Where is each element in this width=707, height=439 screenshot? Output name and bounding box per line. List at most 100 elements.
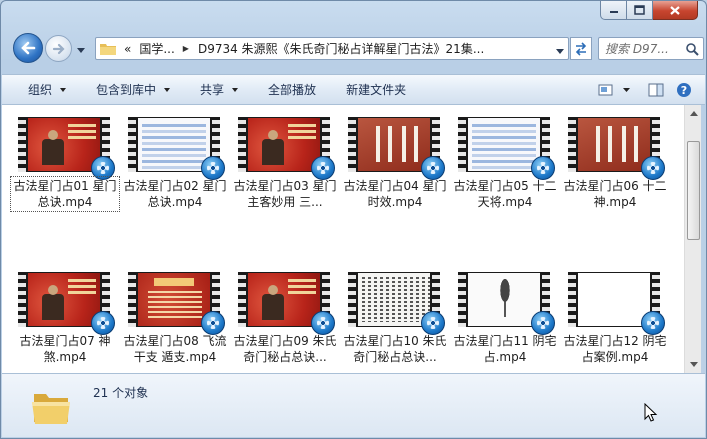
media-player-icon — [91, 311, 115, 335]
thumbnail-image — [248, 118, 320, 171]
help-button[interactable]: ? — [675, 81, 693, 99]
thumbnail-image — [138, 118, 210, 171]
scroll-down-button[interactable] — [685, 356, 702, 373]
view-icon — [598, 84, 613, 96]
media-player-icon — [421, 156, 445, 180]
thumbnail-image — [578, 118, 650, 171]
chevron-up-icon — [689, 111, 698, 116]
address-bar[interactable]: « 国学... ▶ D9734 朱源熙《朱氏奇门秘占详解星门古法》21集... — [95, 37, 569, 60]
view-options-dropdown[interactable] — [617, 81, 635, 99]
video-thumbnail — [18, 272, 115, 335]
address-history-dropdown[interactable] — [556, 44, 564, 58]
thumbnail-image — [28, 118, 100, 171]
video-thumbnail — [238, 272, 335, 335]
include-in-library-button[interactable]: 包含到库中 — [87, 75, 179, 104]
video-thumbnail — [128, 272, 225, 335]
new-folder-label: 新建文件夹 — [346, 83, 407, 97]
media-player-icon — [91, 156, 115, 180]
chevron-down-icon — [622, 87, 630, 92]
search-input[interactable] — [605, 41, 685, 56]
media-player-icon — [201, 156, 225, 180]
breadcrumb-item-current[interactable]: D9734 朱源熙《朱氏奇门秘占详解星门古法》21集... — [198, 40, 484, 57]
details-pane: 21 个对象 — [2, 373, 705, 437]
scroll-up-button[interactable] — [685, 105, 702, 122]
file-name: 古法星门占01 星门总诀.mp4 — [10, 176, 120, 212]
play-all-button[interactable]: 全部播放 — [259, 75, 325, 104]
media-player-icon — [421, 311, 445, 335]
file-name: 古法星门占08 飞流干支 遁支.mp4 — [123, 334, 227, 364]
file-item[interactable]: 古法星门占04 星门时效.mp4 — [342, 105, 448, 213]
item-count: 21 个对象 — [93, 386, 149, 400]
file-item[interactable]: 古法星门占06 十二神.mp4 — [562, 105, 668, 213]
share-button[interactable]: 共享 — [191, 75, 247, 104]
media-player-icon — [641, 156, 665, 180]
file-name: 古法星门占12 阴宅占案例.mp4 — [563, 334, 667, 364]
file-name: 古法星门占11 阴宅占.mp4 — [453, 334, 557, 364]
file-name: 古法星门占06 十二神.mp4 — [563, 179, 667, 209]
thumbnail-image — [468, 273, 540, 326]
file-name: 古法星门占04 星门时效.mp4 — [343, 179, 447, 209]
file-item[interactable]: 古法星门占11 阴宅占.mp4 — [452, 260, 558, 368]
new-folder-button[interactable]: 新建文件夹 — [337, 75, 415, 104]
organize-button[interactable]: 组织 — [2, 75, 75, 104]
file-name: 古法星门占07 神煞.mp4 — [19, 334, 111, 364]
refresh-button[interactable] — [570, 37, 592, 60]
chevron-down-icon — [77, 48, 85, 53]
folder-icon — [32, 394, 70, 424]
search-box[interactable] — [598, 37, 704, 60]
search-icon[interactable] — [685, 42, 699, 56]
media-player-icon — [641, 311, 665, 335]
video-thumbnail — [458, 117, 555, 180]
file-item[interactable]: 古法星门占10 朱氏奇门秘占总诀... — [342, 260, 448, 368]
breadcrumb-item-guoxue[interactable]: 国学... — [139, 40, 174, 57]
media-player-icon — [201, 311, 225, 335]
toolbar-right-icons: ? — [587, 81, 693, 99]
minimize-button[interactable] — [600, 1, 627, 20]
view-options-button[interactable] — [597, 81, 615, 99]
chevron-down-icon — [689, 362, 698, 367]
navigation-row: « 国学... ▶ D9734 朱源熙《朱氏奇门秘占详解星门古法》21集... — [7, 31, 704, 65]
file-item[interactable]: 古法星门占09 朱氏奇门秘占总诀... — [232, 260, 338, 368]
file-item[interactable]: 古法星门占08 飞流干支 遁支.mp4 — [122, 260, 228, 368]
svg-text:?: ? — [681, 84, 687, 97]
preview-pane-button[interactable] — [647, 81, 665, 99]
video-thumbnail — [348, 272, 445, 335]
file-item[interactable]: 古法星门占12 阴宅占案例.mp4 — [562, 260, 668, 368]
video-thumbnail — [568, 272, 665, 335]
file-item[interactable]: 古法星门占01 星门总诀.mp4 — [10, 105, 120, 213]
file-grid: 古法星门占01 星门总诀.mp4 古法星门占02 星门总诀.mp4 古法星门占03 … — [2, 105, 684, 373]
file-name: 古法星门占05 十二天将.mp4 — [453, 179, 557, 209]
organize-label: 组织 — [28, 83, 53, 97]
mouse-cursor-icon — [644, 403, 658, 422]
back-button[interactable] — [13, 33, 43, 63]
thumbnail-image — [358, 273, 430, 326]
file-item[interactable]: 古法星门占03 星门主客妙用 三... — [232, 105, 338, 213]
video-thumbnail — [568, 117, 665, 180]
caption-buttons — [600, 1, 698, 20]
vertical-scrollbar[interactable] — [684, 105, 701, 373]
minimize-icon — [609, 11, 618, 13]
close-icon — [670, 5, 680, 15]
thumbnail-image — [468, 118, 540, 171]
breadcrumb-separator-icon[interactable]: ▶ — [183, 44, 189, 53]
forward-button[interactable] — [45, 35, 72, 62]
folder-icon — [100, 43, 116, 55]
file-name: 古法星门占09 朱氏奇门秘占总诀... — [233, 334, 337, 364]
video-thumbnail — [18, 117, 115, 180]
file-item[interactable]: 古法星门占07 神煞.mp4 — [12, 260, 118, 368]
file-name: 古法星门占10 朱氏奇门秘占总诀... — [343, 334, 447, 364]
file-item[interactable]: 古法星门占05 十二天将.mp4 — [452, 105, 558, 213]
breadcrumb-overflow[interactable]: « — [124, 42, 131, 56]
maximize-button[interactable] — [627, 1, 653, 20]
breadcrumb: « 国学... ▶ D9734 朱源熙《朱氏奇门秘占详解星门古法》21集... — [124, 40, 484, 57]
recent-pages-dropdown[interactable] — [77, 43, 85, 57]
chevron-down-icon — [164, 87, 171, 92]
share-label: 共享 — [200, 83, 225, 97]
maximize-icon — [634, 5, 645, 15]
file-list-view[interactable]: 古法星门占01 星门总诀.mp4 古法星门占02 星门总诀.mp4 古法星门占03 … — [2, 105, 684, 373]
include-in-library-label: 包含到库中 — [96, 83, 157, 97]
file-item[interactable]: 古法星门占02 星门总诀.mp4 — [122, 105, 228, 213]
scroll-thumb[interactable] — [687, 141, 700, 240]
thumbnail-image — [248, 273, 320, 326]
close-button[interactable] — [653, 1, 698, 20]
